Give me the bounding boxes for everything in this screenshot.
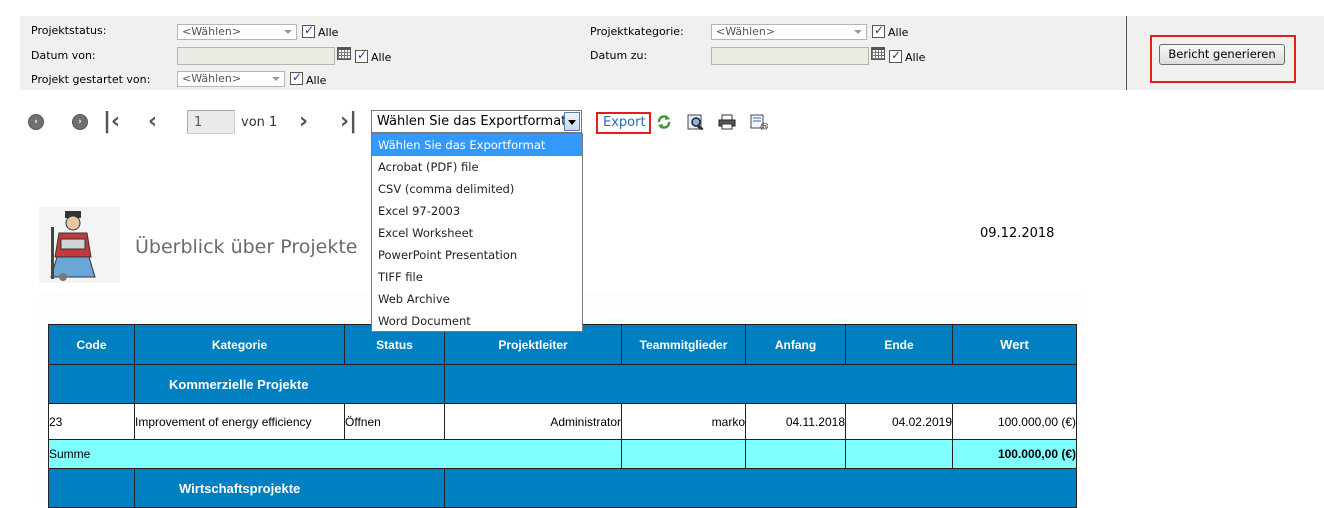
group-header-row: Kommerzielle Projekte <box>48 364 1077 404</box>
cell-end: 04.02.2019 <box>845 403 953 440</box>
export-option[interactable]: TIFF file <box>372 266 582 288</box>
project-status-label: Projektstatus: <box>31 24 107 37</box>
table-row: 23 Improvement of energy efficiency Öffn… <box>48 403 1077 440</box>
date-from-label: Datum von: <box>31 49 96 62</box>
export-option[interactable]: Wählen Sie das Exportformat <box>372 134 582 156</box>
forward-icon[interactable]: › <box>72 114 88 130</box>
sum-label: Summe <box>48 439 622 469</box>
generate-report-button[interactable]: Bericht generieren <box>1159 44 1285 65</box>
chevron-down-icon <box>854 30 862 34</box>
date-from-all-label: Alle <box>371 51 392 64</box>
date-from-all-checkbox[interactable] <box>355 48 368 63</box>
export-format-select[interactable]: Wählen Sie das Exportformat <box>371 110 582 133</box>
calendar-icon[interactable] <box>871 47 885 60</box>
project-category-label: Projektkategorie: <box>590 25 684 38</box>
project-status-select[interactable]: <Wählen> <box>177 24 297 40</box>
column-header: Wert <box>952 324 1077 365</box>
previous-page-icon[interactable]: ‹ <box>148 111 157 133</box>
project-status-value: <Wählen> <box>182 25 242 38</box>
export-option[interactable]: Web Archive <box>372 288 582 310</box>
project-category-value: <Wählen> <box>716 25 776 38</box>
export-format-value: Wählen Sie das Exportformat <box>377 114 567 129</box>
column-header: Kategorie <box>134 324 345 365</box>
page-count-label: von 1 <box>241 115 278 130</box>
cell-code: 23 <box>48 403 135 440</box>
report-title: Überblick über Projekte <box>135 236 358 258</box>
cell-status: Öffnen <box>344 403 445 440</box>
page-number-input[interactable]: 1 <box>187 110 235 134</box>
cell-start: 04.11.2018 <box>745 403 846 440</box>
back-icon[interactable]: ‹ <box>28 114 44 130</box>
export-option[interactable]: Acrobat (PDF) file <box>372 156 582 178</box>
column-header: Anfang <box>745 324 846 365</box>
date-from-input[interactable] <box>177 47 335 65</box>
group-name: Kommerzielle Projekte <box>134 364 445 404</box>
chevron-down-icon <box>284 30 292 34</box>
export-option[interactable]: Excel Worksheet <box>372 222 582 244</box>
cell-project-lead: Administrator <box>444 403 622 440</box>
cell-category: Improvement of energy efficiency <box>134 403 345 440</box>
print-icon[interactable] <box>718 114 736 130</box>
project-started-label: Projekt gestartet von: <box>31 73 151 86</box>
group-name: Wirtschaftsprojekte <box>134 468 445 508</box>
project-status-all-checkbox[interactable] <box>302 23 315 38</box>
date-to-input[interactable] <box>711 47 869 65</box>
project-category-all-label: Alle <box>888 26 909 39</box>
project-started-all-label: Alle <box>306 74 327 87</box>
samurai-logo-image <box>50 211 96 281</box>
export-option[interactable]: Excel 97-2003 <box>372 200 582 222</box>
group-spacer <box>48 364 135 404</box>
project-started-select[interactable]: <Wählen> <box>177 71 285 87</box>
cell-team: marko <box>621 403 746 440</box>
next-page-icon[interactable]: › <box>299 111 308 133</box>
export-option[interactable]: Word Document <box>372 310 582 332</box>
export-option[interactable]: CSV (comma delimited) <box>372 178 582 200</box>
date-to-label: Datum zu: <box>590 49 648 62</box>
project-started-value: <Wählen> <box>182 72 242 85</box>
sum-empty <box>621 439 746 469</box>
report-date: 09.12.2018 <box>980 226 1055 241</box>
column-header: Ende <box>845 324 953 365</box>
find-icon[interactable] <box>687 114 705 130</box>
project-category-all-checkbox[interactable] <box>872 23 885 38</box>
refresh-icon[interactable] <box>656 114 672 130</box>
sum-row: Summe 100.000,00 (€) <box>48 439 1077 469</box>
calendar-icon[interactable] <box>337 47 351 60</box>
last-page-icon[interactable]: ›| <box>340 111 357 133</box>
column-header: Teammitglieder <box>621 324 746 365</box>
chevron-down-icon[interactable] <box>564 112 580 131</box>
project-status-all-label: Alle <box>318 26 339 39</box>
export-link[interactable]: Export <box>603 115 646 130</box>
column-header: Code <box>48 324 135 365</box>
date-to-all-label: Alle <box>905 51 926 64</box>
report-table: Code Kategorie Status Projektleiter Team… <box>48 324 1077 508</box>
group-header-row: Wirtschaftsprojekte <box>48 468 1077 508</box>
chevron-down-icon <box>272 77 280 81</box>
project-category-select[interactable]: <Wählen> <box>711 24 867 40</box>
sum-empty <box>745 439 846 469</box>
svg-text:@: @ <box>760 122 768 130</box>
first-page-icon[interactable]: |‹ <box>103 111 120 133</box>
group-fill <box>444 364 1077 404</box>
project-started-all-checkbox[interactable] <box>290 70 303 85</box>
sum-empty <box>845 439 953 469</box>
group-spacer <box>48 468 135 508</box>
export-format-dropdown: Wählen Sie das Exportformat Acrobat (PDF… <box>371 133 583 332</box>
sum-value: 100.000,00 (€) <box>952 439 1077 469</box>
email-icon[interactable]: @ <box>750 114 768 130</box>
group-fill <box>444 468 1077 508</box>
date-to-all-checkbox[interactable] <box>889 48 902 63</box>
export-option[interactable]: PowerPoint Presentation <box>372 244 582 266</box>
report-logo <box>39 207 120 283</box>
cell-value: 100.000,00 (€) <box>952 403 1077 440</box>
